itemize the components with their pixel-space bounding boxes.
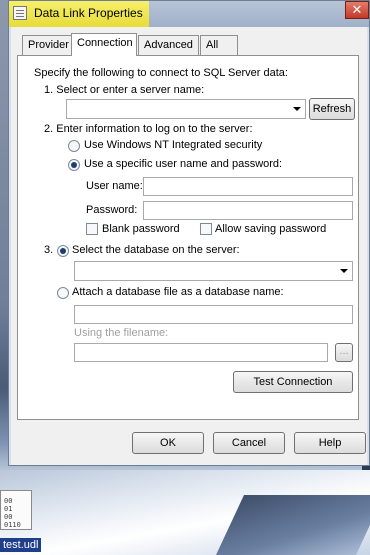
blank-password-label: Blank password [102, 223, 180, 235]
help-button[interactable]: Help [294, 432, 366, 454]
select-database-label: Select the database on the server: [72, 244, 240, 256]
tab-all[interactable]: All [200, 35, 238, 55]
server-name-combobox[interactable] [66, 99, 306, 119]
attach-database-radio[interactable] [57, 287, 69, 299]
file-name-label[interactable]: test.udl [0, 538, 42, 552]
file-icon-line: 00 [4, 497, 13, 505]
file-icon-line: 00 [4, 513, 13, 521]
attach-database-label: Attach a database file as a database nam… [72, 286, 284, 298]
select-database-radio[interactable] [57, 245, 69, 257]
username-label: User name: [86, 180, 143, 192]
specific-user-radio[interactable] [68, 159, 80, 171]
filename-input[interactable] [74, 343, 328, 362]
step2-label: 2. Enter information to log on to the se… [44, 123, 253, 135]
step3-number: 3. [44, 244, 54, 256]
blank-password-checkbox[interactable] [86, 223, 98, 235]
allow-saving-password-label: Allow saving password [215, 223, 327, 235]
filename-label: Using the filename: [74, 327, 169, 339]
data-link-icon [13, 6, 27, 20]
attach-database-name-input[interactable] [74, 305, 353, 324]
windows-nt-security-label: Use Windows NT Integrated security [84, 139, 263, 151]
password-input[interactable] [143, 201, 353, 220]
file-icon-binary: 00 01 00 0110 [4, 497, 21, 529]
title-bar[interactable]: Data Link Properties ✕ [9, 1, 369, 27]
cancel-button[interactable]: Cancel [213, 432, 285, 454]
refresh-button[interactable]: Refresh [309, 98, 355, 120]
desktop-background-shape [216, 495, 370, 555]
tab-provider[interactable]: Provider [22, 35, 75, 55]
chevron-down-icon [340, 269, 348, 273]
test-connection-button[interactable]: Test Connection [233, 371, 353, 393]
file-icon-line: 01 [4, 505, 13, 513]
window-title: Data Link Properties [34, 6, 143, 20]
intro-text: Specify the following to connect to SQL … [34, 67, 288, 79]
password-label: Password: [86, 204, 138, 216]
close-button[interactable]: ✕ [345, 1, 369, 19]
username-input[interactable] [143, 177, 353, 196]
specific-user-label: Use a specific user name and password: [84, 158, 283, 170]
ok-button[interactable]: OK [132, 432, 204, 454]
tab-connection[interactable]: Connection [71, 33, 137, 56]
step1-label: 1. Select or enter a server name: [44, 84, 205, 96]
tab-advanced[interactable]: Advanced [138, 35, 199, 55]
file-icon-line: 0110 [4, 521, 21, 529]
database-combobox[interactable] [74, 261, 353, 281]
browse-button[interactable]: ... [335, 343, 353, 362]
udl-file-icon[interactable]: 00 01 00 0110 [0, 490, 32, 530]
windows-nt-security-radio[interactable] [68, 140, 80, 152]
allow-saving-password-checkbox[interactable] [200, 223, 212, 235]
chevron-down-icon [293, 107, 301, 111]
